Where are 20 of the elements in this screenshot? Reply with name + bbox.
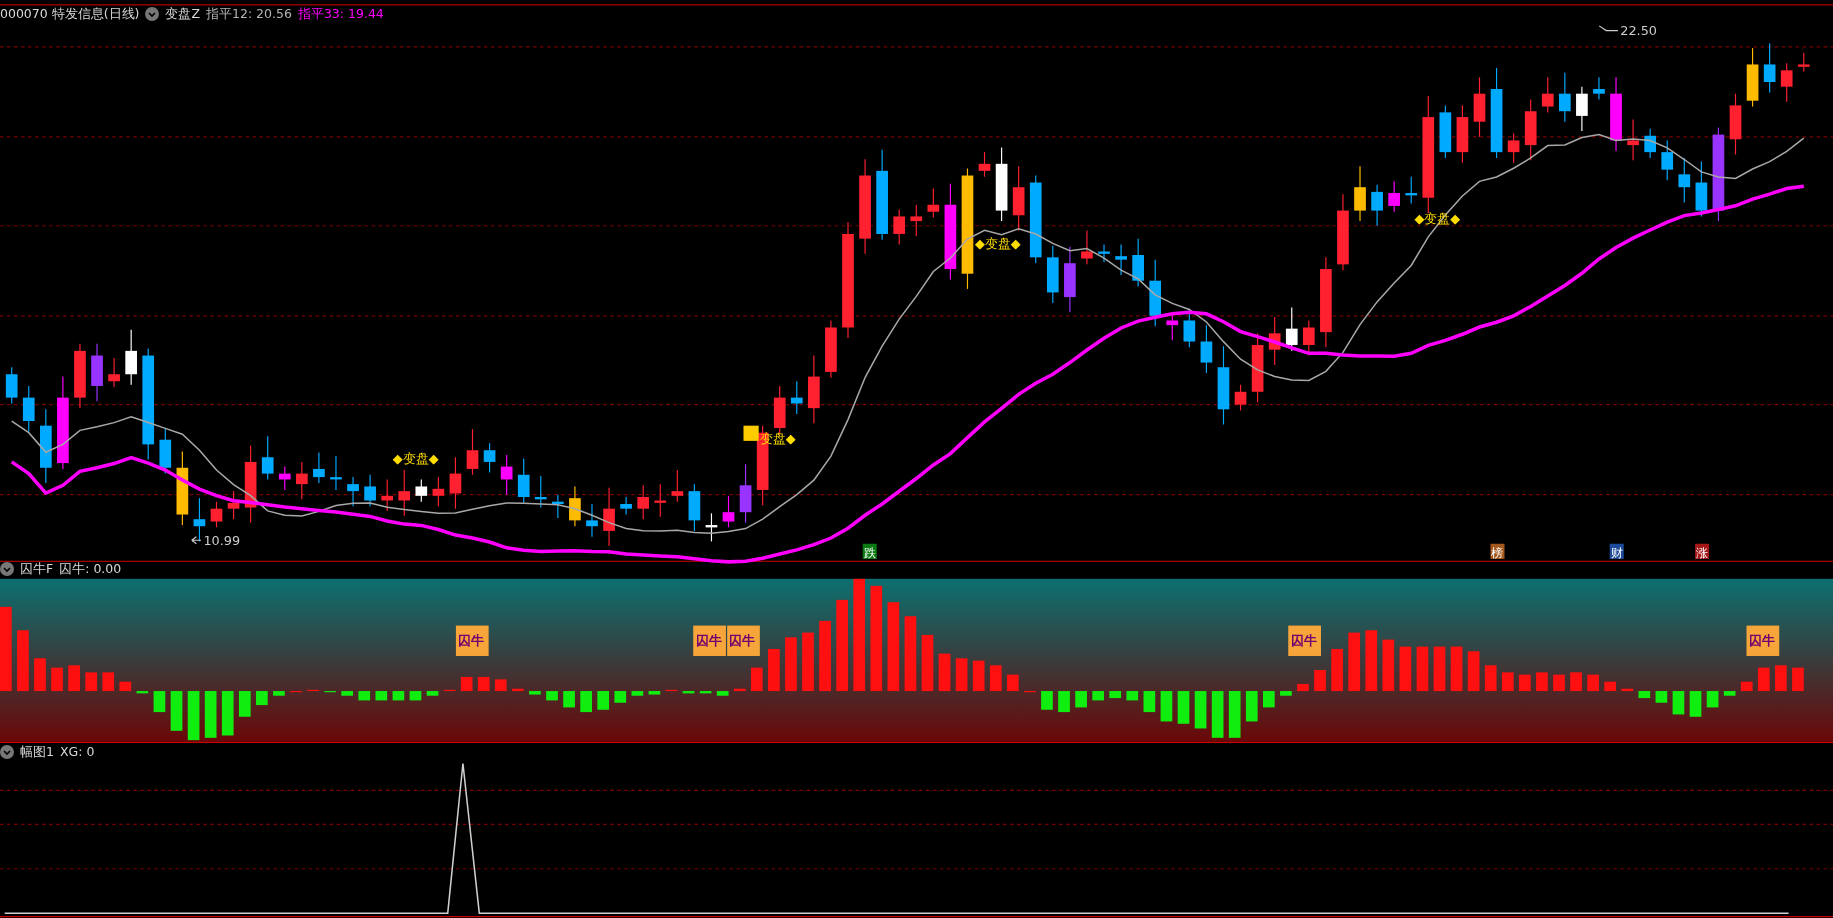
high-price-label: 22.50 — [1598, 23, 1657, 39]
stock-title: 000070 特发信息(日线) — [0, 6, 140, 22]
low-price-label: 10.99 — [191, 532, 241, 548]
signal-tag: 榜 — [1490, 543, 1505, 560]
indicator-reading: 指平12: 20.56 — [206, 6, 292, 22]
indicator-reading: XG: 0 — [59, 744, 95, 760]
niu-signal-tag: 囚牛 — [1288, 625, 1321, 656]
turning-point-marker: ◆变盘◆ — [974, 236, 1021, 251]
niu-signal-tag: 囚牛 — [727, 625, 760, 656]
signal-tag: 财 — [1609, 543, 1624, 560]
indicator-reading: 指平33: 19.44 — [297, 6, 384, 22]
indicator-name: 囚牛F — [20, 561, 54, 577]
indicator-name: 幅图1 — [20, 744, 54, 760]
signal-tag: 涨 — [1695, 543, 1710, 560]
indicator-name: 变盘Z — [165, 6, 201, 22]
indicator-reading: 囚牛: 0.00 — [59, 561, 122, 577]
turning-point-marker: ◆变盘◆ — [392, 451, 439, 467]
niu-signal-tag: 囚牛 — [693, 625, 726, 656]
niu-signal-tag: 囚牛 — [1746, 625, 1780, 656]
signal-tag: 跌 — [862, 543, 877, 560]
